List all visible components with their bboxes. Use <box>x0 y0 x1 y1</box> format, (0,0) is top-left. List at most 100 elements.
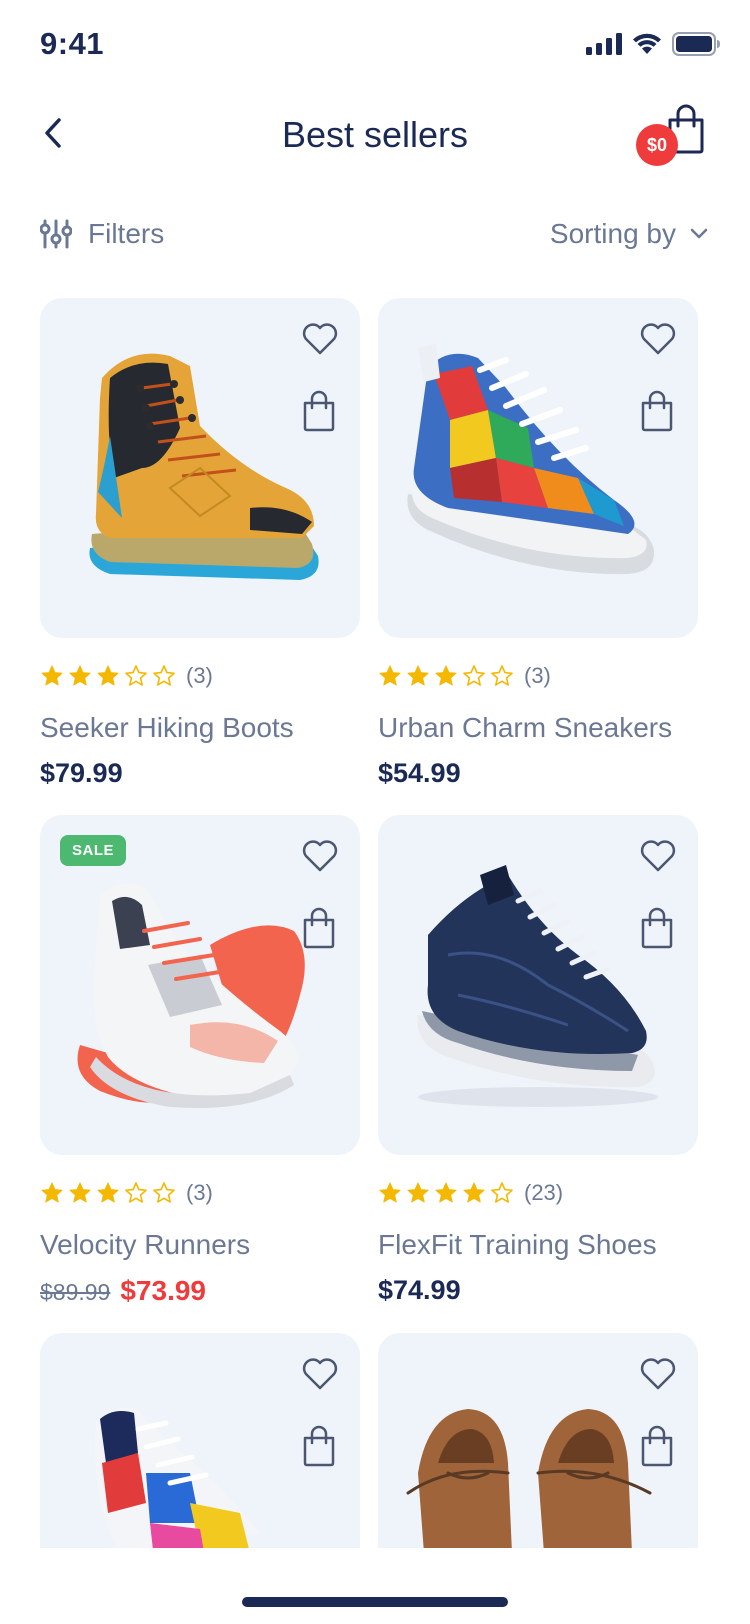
product-image-container[interactable] <box>378 298 698 638</box>
stars <box>378 664 514 688</box>
favorite-button[interactable] <box>638 1353 678 1393</box>
favorite-button[interactable] <box>638 835 678 875</box>
cart-badge: $0 <box>636 124 678 166</box>
product-name[interactable]: Seeker Hiking Boots <box>40 712 360 744</box>
shopping-bag-icon <box>641 390 673 432</box>
stars <box>40 1181 176 1205</box>
add-to-cart-button[interactable] <box>302 1425 336 1467</box>
filter-row: Filters Sorting by <box>0 210 750 266</box>
rating-stars: (3) <box>40 662 360 690</box>
shopping-bag-icon <box>641 907 673 949</box>
stars <box>40 664 176 688</box>
favorite-button[interactable] <box>300 318 340 358</box>
original-price: $89.99 <box>40 1279 111 1305</box>
add-to-cart-button[interactable] <box>302 907 336 949</box>
favorite-button[interactable] <box>300 835 340 875</box>
price-row: $74.99 <box>378 1275 698 1306</box>
sliders-icon <box>40 219 72 249</box>
price-row: $79.99 <box>40 758 360 789</box>
stars <box>378 1181 514 1205</box>
product-name[interactable]: FlexFit Training Shoes <box>378 1229 698 1261</box>
cart-button[interactable]: $0 <box>636 104 716 168</box>
sale-badge: SALE <box>60 835 127 866</box>
running-shoes-image <box>77 883 305 1109</box>
product-card[interactable]: SALE (3) Velocity Runners $89.99 $73.99 <box>40 815 360 1307</box>
signal-icon <box>586 33 622 55</box>
add-to-cart-button[interactable] <box>640 1425 674 1467</box>
hiking-boot-image <box>89 353 319 580</box>
status-icons <box>586 32 720 56</box>
product-card[interactable] <box>378 1333 698 1548</box>
product-price: $79.99 <box>40 758 123 788</box>
heart-icon <box>302 323 338 355</box>
header: Best sellers $0 <box>0 96 750 176</box>
price-row: $89.99 $73.99 <box>40 1275 360 1307</box>
home-indicator <box>242 1597 508 1607</box>
sorting-dropdown[interactable]: Sorting by <box>550 218 708 250</box>
star-empty-icon <box>463 665 485 686</box>
favorite-button[interactable] <box>638 318 678 358</box>
star-filled-icon <box>435 665 457 686</box>
heart-icon <box>302 1358 338 1390</box>
filters-button[interactable]: Filters <box>40 218 164 250</box>
review-count: (23) <box>524 1180 564 1205</box>
sorting-label: Sorting by <box>549 218 676 249</box>
star-filled-icon <box>69 665 91 686</box>
product-card[interactable]: (3) Urban Charm Sneakers $54.99 <box>378 298 698 789</box>
product-image-container[interactable] <box>378 815 698 1155</box>
product-name[interactable]: Velocity Runners <box>40 1229 360 1261</box>
wifi-icon <box>633 33 661 54</box>
star-empty-icon <box>153 665 175 686</box>
rating-stars: (23) <box>378 1179 698 1207</box>
add-to-cart-button[interactable] <box>640 907 674 949</box>
star-filled-icon <box>379 1182 401 1203</box>
shopping-bag-icon <box>303 1425 335 1467</box>
star-filled-icon <box>41 1182 63 1203</box>
review-count: (3) <box>186 1180 213 1205</box>
star-filled-icon <box>379 665 401 686</box>
sneaker-image <box>407 344 655 575</box>
product-image-container[interactable] <box>40 298 360 638</box>
product-name[interactable]: Urban Charm Sneakers <box>378 712 698 744</box>
product-card[interactable] <box>40 1333 360 1548</box>
favorite-button[interactable] <box>300 1353 340 1393</box>
sale-price: $73.99 <box>120 1275 206 1306</box>
heart-icon <box>302 840 338 872</box>
star-filled-icon <box>407 1182 429 1203</box>
star-filled-icon <box>435 1182 457 1203</box>
status-bar: 9:41 <box>0 0 750 90</box>
chevron-down-icon <box>690 228 708 239</box>
colorful-sneaker-image <box>95 1407 260 1548</box>
battery-icon <box>672 32 720 56</box>
training-shoe-image <box>417 865 658 1107</box>
star-filled-icon <box>97 1182 119 1203</box>
shopping-bag-icon <box>303 390 335 432</box>
product-price: $74.99 <box>378 1275 461 1305</box>
heart-icon <box>640 1358 676 1390</box>
add-to-cart-button[interactable] <box>640 390 674 432</box>
heart-icon <box>640 840 676 872</box>
product-image-container[interactable] <box>40 1333 360 1548</box>
star-filled-icon <box>97 665 119 686</box>
product-card[interactable]: (3) Seeker Hiking Boots $79.99 <box>40 298 360 789</box>
leather-shoes-image <box>406 1409 652 1548</box>
star-filled-icon <box>463 1182 485 1203</box>
filters-label: Filters <box>88 218 165 249</box>
status-time: 9:41 <box>40 26 105 61</box>
star-filled-icon <box>69 1182 91 1203</box>
product-card[interactable]: (23) FlexFit Training Shoes $74.99 <box>378 815 698 1306</box>
rating-stars: (3) <box>40 1179 360 1207</box>
heart-icon <box>640 323 676 355</box>
product-image-container[interactable] <box>378 1333 698 1548</box>
review-count: (3) <box>524 663 551 688</box>
star-empty-icon <box>125 665 147 686</box>
product-grid: (3) Seeker Hiking Boots $79.99 (3) Urban… <box>40 298 710 1548</box>
price-row: $54.99 <box>378 758 698 789</box>
star-empty-icon <box>153 1182 175 1203</box>
product-image-container[interactable]: SALE <box>40 815 360 1155</box>
product-price: $54.99 <box>378 758 461 788</box>
star-filled-icon <box>407 665 429 686</box>
star-empty-icon <box>491 665 513 686</box>
shopping-bag-icon <box>641 1425 673 1467</box>
add-to-cart-button[interactable] <box>302 390 336 432</box>
